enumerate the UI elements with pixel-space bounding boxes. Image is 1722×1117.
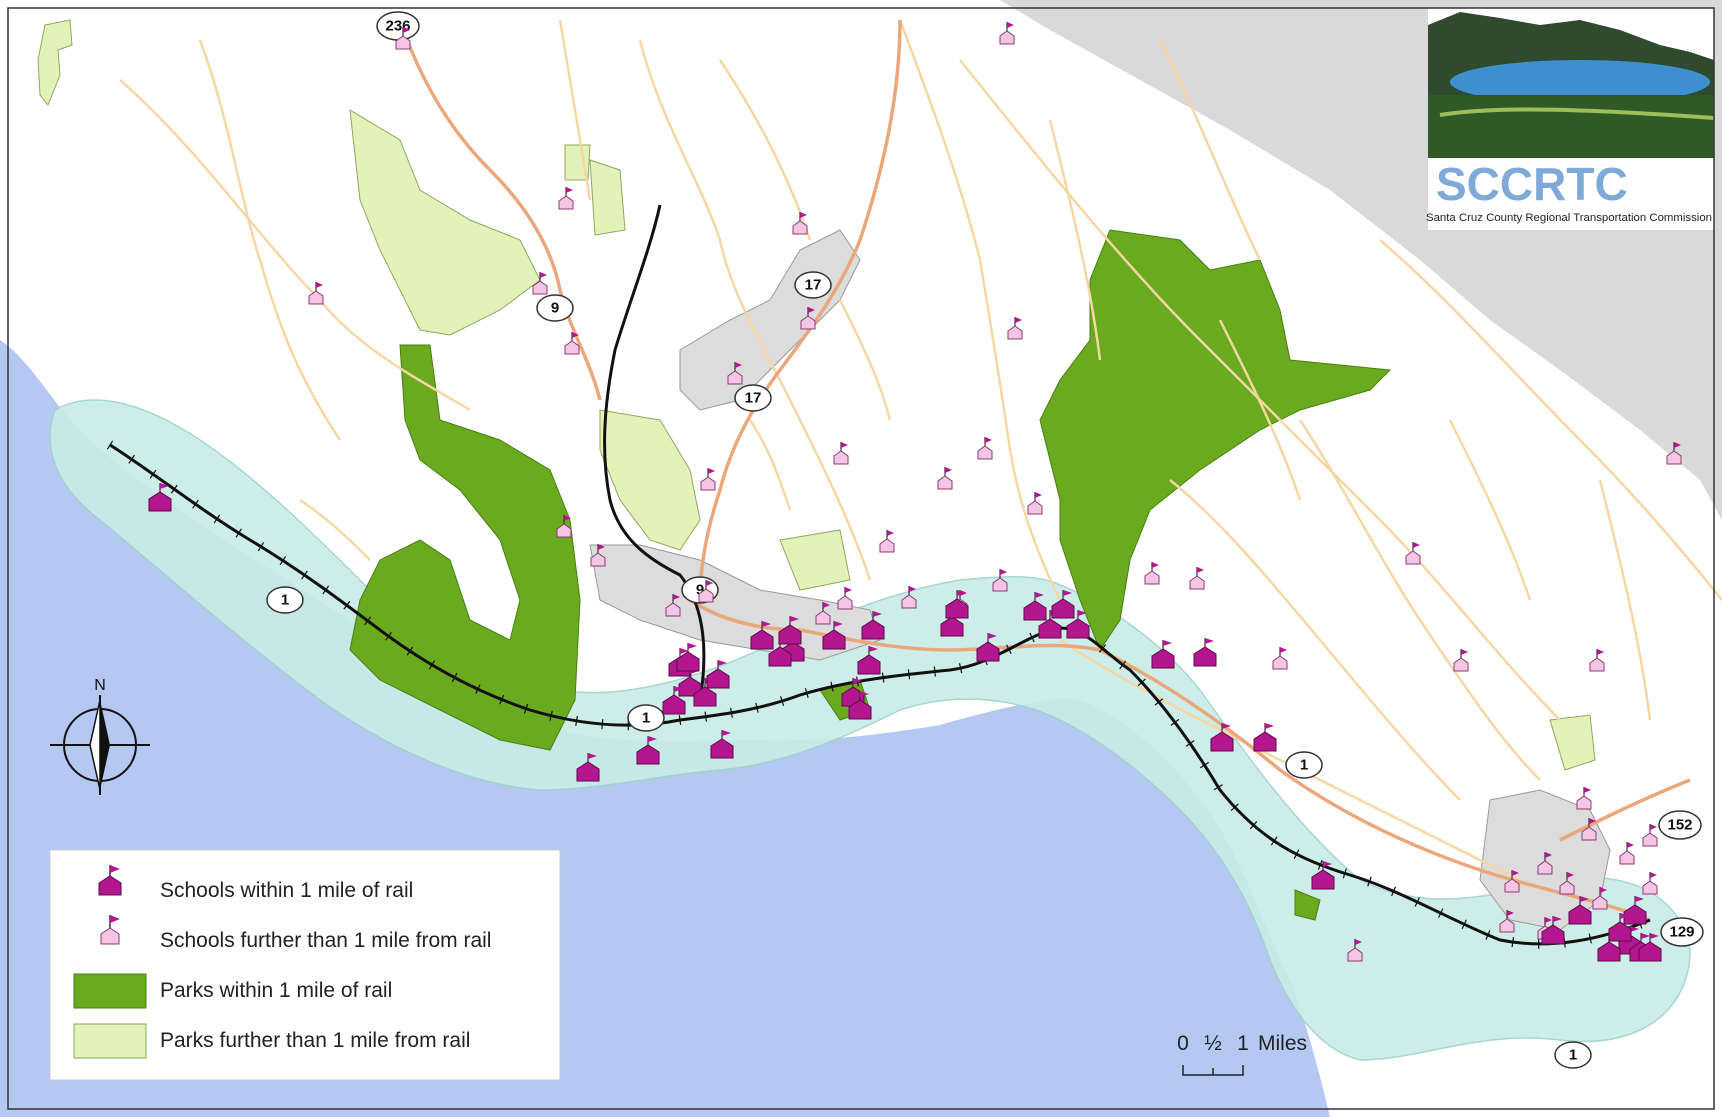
highway-shield-1: 1 (1285, 751, 1323, 779)
map-canvas[interactable]: 236 9 17 17 9 1 1 1 1 152 129 N Schools … (0, 0, 1722, 1117)
legend-label: Schools further than 1 mile from rail (160, 929, 491, 952)
highway-label: 129 (1669, 924, 1694, 941)
park-near-swatch (73, 973, 147, 1009)
rail-tie (601, 719, 604, 730)
highway-label: 17 (805, 277, 822, 294)
highway-label: 1 (281, 592, 289, 609)
highway-shield-9: 9 (536, 294, 574, 322)
map-frame: 236 9 17 17 9 1 1 1 1 152 129 N Schools … (0, 0, 1722, 1117)
legend-label: Schools within 1 mile of rail (160, 879, 413, 902)
highway-shield-1: 1 (1554, 1041, 1592, 1069)
logo-acronym: SCCRTC (1436, 158, 1628, 210)
park-far-swatch (73, 1023, 147, 1059)
highway-label: 17 (745, 390, 762, 407)
highway-shield-1: 1 (266, 586, 304, 614)
highway-label: 9 (551, 300, 559, 317)
highway-label: 236 (385, 18, 410, 35)
logo-shore (1428, 95, 1714, 158)
scale-tick-1: 1 (1237, 1032, 1249, 1055)
legend-label: Parks further than 1 mile from rail (160, 1029, 470, 1052)
highway-label: 1 (1300, 757, 1308, 774)
legend: Schools within 1 mile of rail Schools fu… (49, 849, 561, 1081)
scale-tick-half: ½ (1204, 1032, 1222, 1055)
legend-label: Parks within 1 mile of rail (160, 979, 392, 1002)
scale-unit: Miles (1258, 1032, 1307, 1055)
highway-shield-129: 129 (1660, 917, 1704, 947)
highway-shield-17: 17 (794, 271, 832, 299)
highway-shield-236: 236 (376, 11, 420, 41)
park-far (589, 159, 626, 236)
sccrtc-logo: SCCRTC Santa Cruz County Regional Transp… (1426, 8, 1715, 230)
highway-shield-17: 17 (734, 384, 772, 412)
highway-shield-152: 152 (1658, 810, 1702, 840)
north-arrow-label: N (94, 677, 106, 694)
logo-full-name: Santa Cruz County Regional Transportatio… (1426, 212, 1712, 224)
highway-label: 1 (642, 710, 650, 727)
highway-shield-1: 1 (627, 704, 665, 732)
scale-tick-0: 0 (1177, 1032, 1189, 1055)
highway-label: 1 (1569, 1047, 1577, 1064)
highway-label: 152 (1667, 817, 1692, 834)
